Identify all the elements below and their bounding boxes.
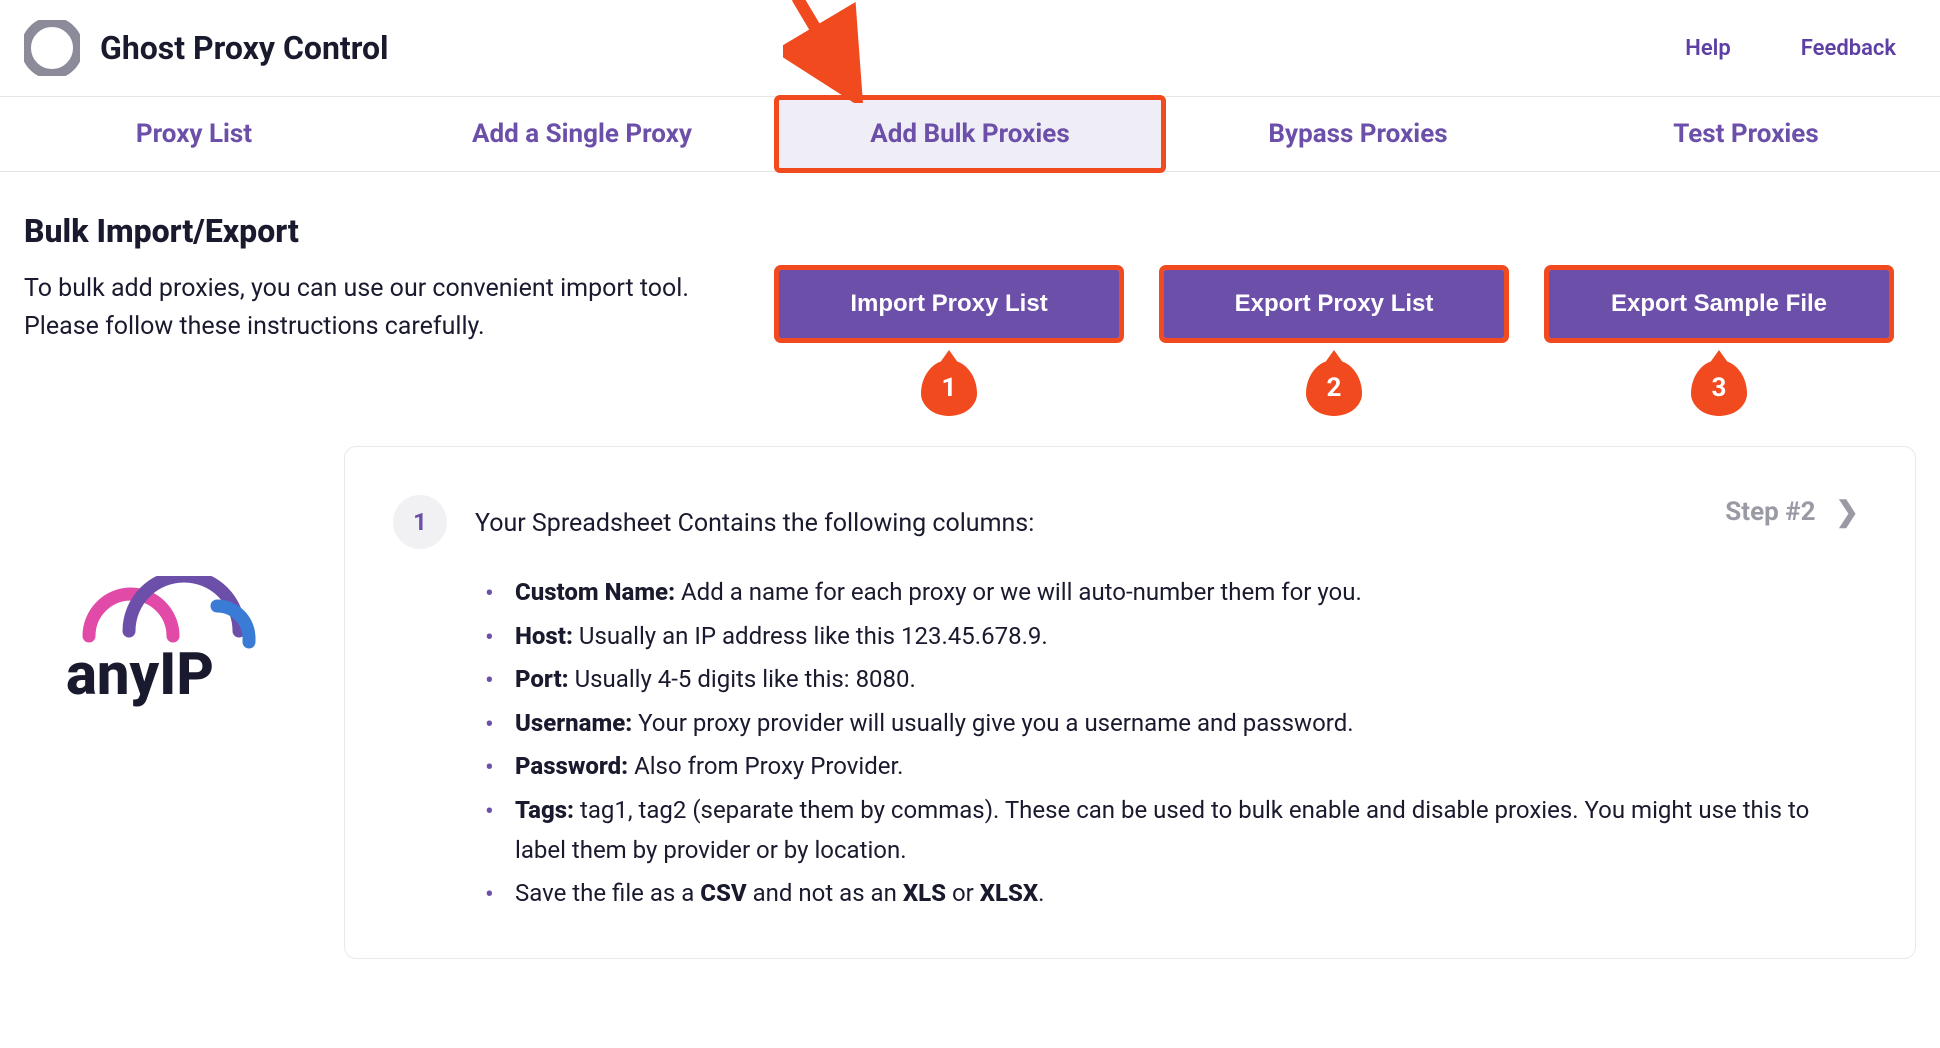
annotation-badge-3: 3 bbox=[1691, 360, 1747, 416]
annotation-badge-2: 2 bbox=[1306, 360, 1362, 416]
list-item: Port: Usually 4-5 digits like this: 8080… bbox=[485, 660, 1859, 700]
svg-text:anyIP: anyIP bbox=[66, 641, 214, 709]
tab-test-proxies[interactable]: Test Proxies bbox=[1552, 97, 1940, 171]
list-item: Username: Your proxy provider will usual… bbox=[485, 704, 1859, 744]
action-block-export: Export Proxy List 2 bbox=[1164, 270, 1504, 416]
annotation-badge-1: 1 bbox=[921, 360, 977, 416]
header-links: Help Feedback bbox=[1685, 36, 1896, 61]
import-proxy-list-button[interactable]: Import Proxy List bbox=[779, 270, 1119, 338]
card-wrap: anyIP Step #2 ❯ 1 Your Spreadsheet Conta… bbox=[0, 446, 1940, 959]
bulk-section: Bulk Import/Export To bulk add proxies, … bbox=[0, 172, 1940, 436]
section-description: To bulk add proxies, you can use our con… bbox=[24, 270, 704, 345]
feedback-link[interactable]: Feedback bbox=[1801, 36, 1896, 61]
list-item: Custom Name: Add a name for each proxy o… bbox=[485, 573, 1859, 613]
card-lead-text: Your Spreadsheet Contains the following … bbox=[475, 495, 1034, 543]
action-block-sample: Export Sample File 3 bbox=[1549, 270, 1889, 416]
section-row: To bulk add proxies, you can use our con… bbox=[24, 270, 1916, 416]
export-sample-file-button[interactable]: Export Sample File bbox=[1549, 270, 1889, 338]
action-button-row: Import Proxy List 1 Export Proxy List 2 … bbox=[779, 270, 1889, 416]
section-title: Bulk Import/Export bbox=[24, 212, 1916, 250]
action-block-import: Import Proxy List 1 bbox=[779, 270, 1119, 416]
app-title: Ghost Proxy Control bbox=[100, 29, 1685, 67]
card-head: 1 Your Spreadsheet Contains the followin… bbox=[393, 495, 1859, 549]
list-item: Save the file as a CSV and not as an XLS… bbox=[485, 874, 1859, 914]
help-link[interactable]: Help bbox=[1685, 36, 1731, 61]
list-item: Tags: tag1, tag2 (separate them by comma… bbox=[485, 791, 1859, 870]
column-list: Custom Name: Add a name for each proxy o… bbox=[393, 573, 1859, 914]
app-logo-icon bbox=[24, 20, 80, 76]
instructions-card: Step #2 ❯ 1 Your Spreadsheet Contains th… bbox=[344, 446, 1916, 959]
tab-bar: Proxy List Add a Single Proxy Add Bulk P… bbox=[0, 96, 1940, 172]
next-step-label: Step #2 bbox=[1725, 497, 1815, 527]
list-item: Host: Usually an IP address like this 12… bbox=[485, 617, 1859, 657]
tab-add-bulk-proxies[interactable]: Add Bulk Proxies bbox=[776, 97, 1164, 171]
anyip-logo: anyIP bbox=[24, 526, 304, 766]
tab-proxy-list[interactable]: Proxy List bbox=[0, 97, 388, 171]
next-step-button[interactable]: Step #2 ❯ bbox=[1725, 495, 1859, 528]
list-item: Password: Also from Proxy Provider. bbox=[485, 747, 1859, 787]
step-number-badge: 1 bbox=[393, 495, 447, 549]
tab-bypass-proxies[interactable]: Bypass Proxies bbox=[1164, 97, 1552, 171]
chevron-right-icon: ❯ bbox=[1836, 495, 1859, 528]
header: Ghost Proxy Control Help Feedback bbox=[0, 0, 1940, 96]
tab-add-single-proxy[interactable]: Add a Single Proxy bbox=[388, 97, 776, 171]
export-proxy-list-button[interactable]: Export Proxy List bbox=[1164, 270, 1504, 338]
